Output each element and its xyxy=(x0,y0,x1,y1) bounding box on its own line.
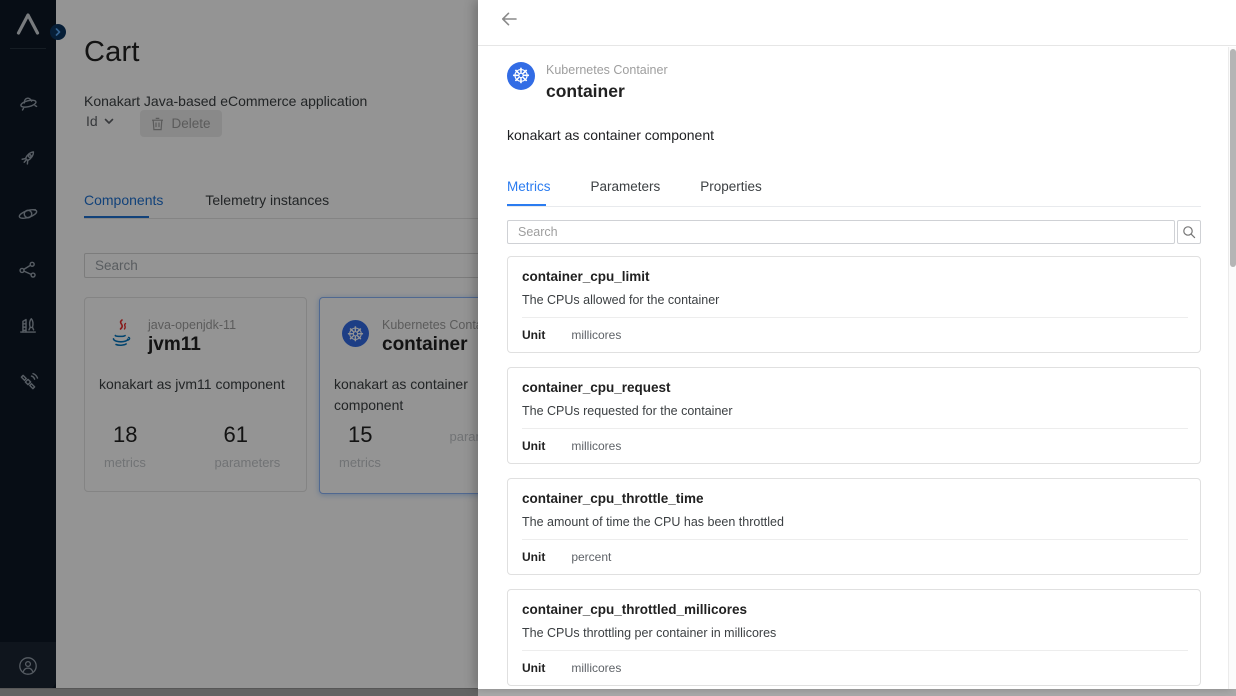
metric-card[interactable]: container_cpu_request The CPUs requested… xyxy=(507,367,1201,464)
metric-description: The CPUs requested for the container xyxy=(522,404,733,418)
metric-name: container_cpu_throttle_time xyxy=(522,491,704,506)
unit-label: Unit xyxy=(522,328,545,342)
drawer-type-label: Kubernetes Container xyxy=(546,63,668,77)
drawer-scrollbar-thumb[interactable] xyxy=(1230,49,1236,267)
drawer-title: container xyxy=(546,81,625,102)
tab-properties[interactable]: Properties xyxy=(700,179,762,194)
search-button[interactable] xyxy=(1177,220,1201,244)
metric-card-divider xyxy=(522,539,1188,540)
back-button[interactable] xyxy=(499,8,521,30)
metric-card[interactable]: container_cpu_limit The CPUs allowed for… xyxy=(507,256,1201,353)
unit-value: percent xyxy=(571,550,611,564)
unit-label: Unit xyxy=(522,550,545,564)
metric-name: container_cpu_request xyxy=(522,380,671,395)
drawer-description: konakart as container component xyxy=(507,127,714,143)
metric-name: container_cpu_limit xyxy=(522,269,650,284)
unit-label: Unit xyxy=(522,439,545,453)
drawer-topbar xyxy=(478,0,1236,46)
metric-card-divider xyxy=(522,317,1188,318)
drawer-scrollbar[interactable] xyxy=(1228,47,1236,689)
unit-value: millicores xyxy=(571,661,621,675)
drawer-scrim[interactable] xyxy=(0,0,478,696)
metric-name: container_cpu_throttled_millicores xyxy=(522,602,747,617)
drawer-tabs: Metrics Parameters Properties xyxy=(507,179,802,194)
metric-card-divider xyxy=(522,428,1188,429)
arrow-left-icon xyxy=(499,9,519,29)
tab-metrics[interactable]: Metrics xyxy=(507,179,551,194)
metric-description: The amount of time the CPU has been thro… xyxy=(522,515,784,529)
drawer-tabs-divider xyxy=(507,206,1201,207)
metrics-search-input[interactable] xyxy=(507,220,1175,244)
search-icon xyxy=(1182,225,1196,239)
unit-label: Unit xyxy=(522,661,545,675)
metric-card[interactable]: container_cpu_throttled_millicores The C… xyxy=(507,589,1201,686)
component-detail-drawer: ☸ Kubernetes Container container konakar… xyxy=(478,0,1236,689)
metric-card[interactable]: container_cpu_throttle_time The amount o… xyxy=(507,478,1201,575)
tab-parameters[interactable]: Parameters xyxy=(591,179,661,194)
metric-description: The CPUs throttling per container in mil… xyxy=(522,626,776,640)
unit-value: millicores xyxy=(571,439,621,453)
kubernetes-icon: ☸ xyxy=(507,62,535,90)
unit-value: millicores xyxy=(571,328,621,342)
metric-description: The CPUs allowed for the container xyxy=(522,293,719,307)
metric-card-divider xyxy=(522,650,1188,651)
